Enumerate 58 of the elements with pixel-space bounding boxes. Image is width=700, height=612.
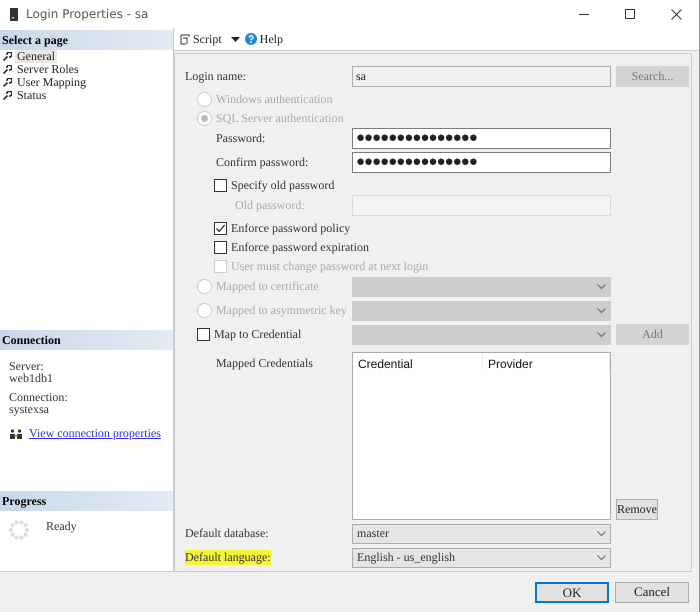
radio-label: SQL Server authentication bbox=[216, 111, 344, 126]
wrench-icon bbox=[3, 78, 12, 87]
column-header[interactable]: Credential bbox=[353, 353, 483, 371]
radio-label: Mapped to asymmetric key bbox=[216, 303, 347, 318]
dropdown[interactable]: master bbox=[352, 524, 611, 544]
checkbox-label: User must change password at next login bbox=[231, 259, 428, 274]
section-header: Select a page bbox=[0, 30, 173, 50]
text-field[interactable]: sa bbox=[352, 66, 611, 87]
checkbox-label: Enforce password policy bbox=[231, 221, 350, 236]
field-label: Default language: bbox=[185, 550, 271, 565]
caret-icon[interactable] bbox=[230, 36, 240, 42]
wrench-icon bbox=[3, 91, 12, 100]
connection-properties-link[interactable]: View connection properties bbox=[29, 426, 161, 441]
checkbox[interactable] bbox=[197, 328, 210, 341]
checkbox-label: Specify old password bbox=[231, 178, 334, 193]
help-button[interactable]: Help bbox=[260, 32, 283, 46]
checkbox-label: Map to Credential bbox=[214, 327, 302, 342]
window-title: Login Properties - sa bbox=[26, 7, 148, 21]
page-item[interactable]: Server Roles bbox=[15, 63, 81, 76]
maximize-icon[interactable] bbox=[625, 9, 635, 19]
info-label: Connection: bbox=[9, 391, 69, 403]
info-value: web1db1 bbox=[9, 372, 54, 384]
list-label: Mapped Credentials bbox=[216, 356, 313, 371]
progress-status: Ready bbox=[46, 519, 77, 535]
field-label: Old password: bbox=[235, 198, 305, 213]
field-label: Login name: bbox=[185, 69, 246, 84]
wrench-icon bbox=[3, 65, 12, 74]
chevron-icon bbox=[597, 530, 606, 536]
info-label: Server: bbox=[9, 360, 45, 372]
script-button[interactable]: Script bbox=[193, 32, 222, 46]
chevron-icon bbox=[597, 284, 606, 290]
field-label: Default database: bbox=[185, 526, 269, 541]
close-icon[interactable] bbox=[670, 8, 682, 20]
people-icon bbox=[9, 428, 23, 438]
dropdown[interactable]: English - us_english bbox=[352, 548, 611, 568]
checkbox-label: Enforce password expiration bbox=[231, 240, 369, 255]
page-item[interactable]: User Mapping bbox=[15, 76, 88, 89]
form-button[interactable]: Remove bbox=[616, 499, 658, 520]
server-icon bbox=[10, 8, 18, 20]
chevron-icon bbox=[597, 554, 606, 560]
page-item[interactable]: General bbox=[15, 50, 57, 63]
section-header: Progress bbox=[0, 491, 173, 511]
field-label: Confirm password: bbox=[216, 155, 308, 170]
dialog-button[interactable]: Cancel bbox=[615, 582, 689, 602]
info-value: systexsa bbox=[9, 403, 50, 415]
script-icon bbox=[179, 34, 190, 44]
field-label: Password: bbox=[216, 131, 266, 146]
help-icon bbox=[244, 33, 257, 45]
wrench-icon bbox=[3, 52, 12, 61]
radio-label: Mapped to certificate bbox=[216, 279, 319, 294]
chevron-icon bbox=[597, 308, 606, 314]
chevron-icon bbox=[597, 332, 606, 338]
dialog-button[interactable]: OK bbox=[535, 582, 609, 602]
column-header[interactable]: Provider bbox=[483, 353, 610, 371]
spinner-icon bbox=[8, 519, 30, 541]
page-item[interactable]: Status bbox=[15, 89, 48, 102]
radio-label: Windows authentication bbox=[216, 92, 332, 107]
section-header: Connection bbox=[0, 330, 173, 350]
